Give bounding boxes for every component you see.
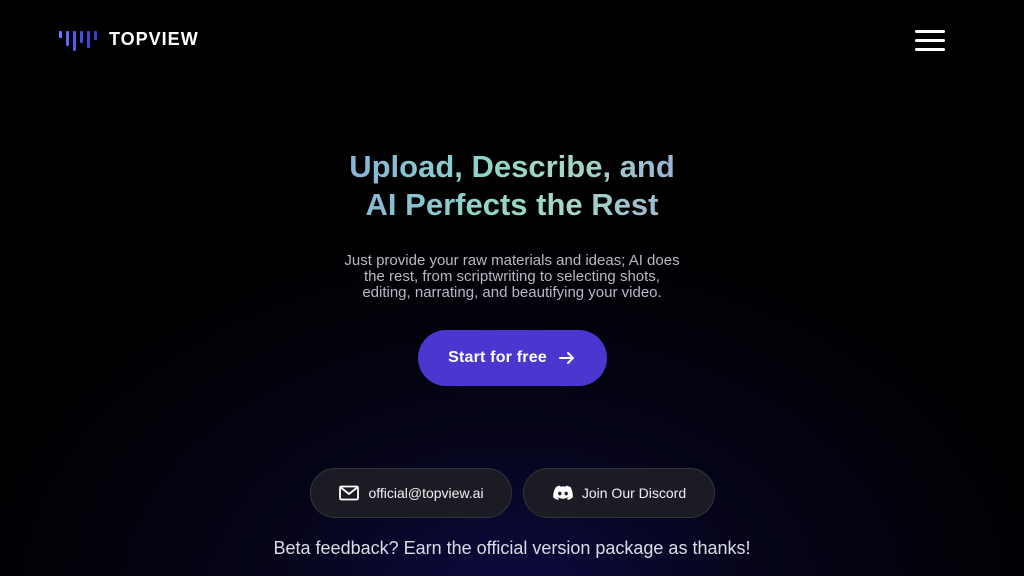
start-for-free-button[interactable]: Start for free — [418, 330, 607, 386]
hero-title: Upload, Describe, and AI Perfects the Re… — [262, 148, 762, 224]
hamburger-menu-icon — [915, 30, 945, 33]
hero-subtitle: Just provide your raw materials and idea… — [344, 252, 680, 301]
brand-logo[interactable]: TOPVIEW — [59, 27, 199, 51]
topview-logo-icon — [59, 31, 97, 51]
cta-label: Start for free — [448, 349, 547, 366]
beta-feedback-text: Beta feedback? Earn the official version… — [273, 538, 751, 558]
hamburger-menu-icon-bar — [915, 48, 945, 51]
landing-page: TOPVIEW Upload, Describe, and AI Perfect… — [0, 0, 1024, 576]
discord-join-button[interactable]: Join Our Discord — [523, 468, 715, 518]
email-label: official@topview.ai — [368, 485, 484, 501]
hamburger-menu-icon-bar — [915, 39, 945, 42]
arrow-right-icon — [558, 352, 574, 364]
hero-title-line-1: Upload, Describe, and — [349, 149, 675, 184]
hero-title-line-2: AI Perfects the Rest — [365, 187, 659, 222]
brand-name: TOPVIEW — [109, 29, 199, 49]
discord-icon — [553, 485, 573, 501]
hamburger-menu-button[interactable] — [912, 26, 948, 56]
mail-icon — [339, 485, 360, 501]
email-contact-button[interactable]: official@topview.ai — [310, 468, 512, 518]
site-header: TOPVIEW — [0, 0, 1024, 80]
discord-label: Join Our Discord — [581, 485, 687, 501]
